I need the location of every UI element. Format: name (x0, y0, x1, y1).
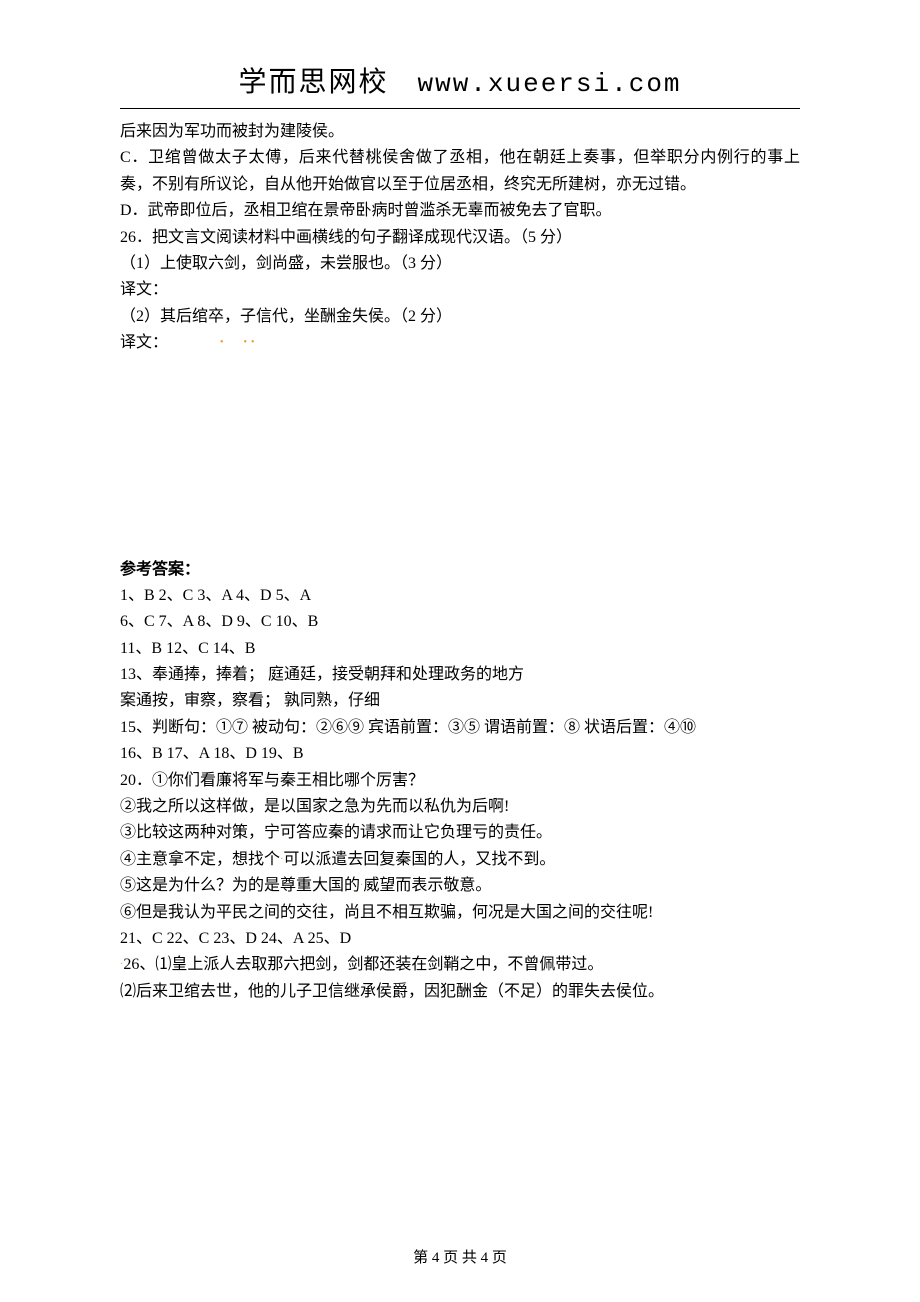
answer-line: 13、奉通捧，捧着； 庭通廷，接受朝拜和处理政务的地方 (120, 662, 800, 688)
option-d: D．武帝即位后，丞相卫绾在景帝卧病时曾滥杀无辜而被免去了官职。 (120, 198, 800, 224)
answer-line: ④主意拿不定，想找个·可以派遣去回复秦国的人，又找不到。 (120, 847, 800, 873)
answer-line: ·26、⑴皇上派人去取那六把剑，剑都还装在剑鞘之中，不曾佩带过。 (120, 952, 800, 978)
dot-icon: • (244, 337, 248, 348)
dot-icon: · (120, 959, 123, 970)
answer-section: 参考答案： 1、B 2、C 3、A 4、D 5、A 6、C 7、A 8、D 9、… (120, 557, 800, 1006)
header-divider (120, 108, 800, 109)
content-area: 后来因为军功而被封为建陵侯。 C．卫绾曾做太子太傅，后来代替桃侯舍做了丞相，他在… (120, 119, 800, 1005)
answer-line: 11、B 12、C 14、B (120, 636, 800, 662)
page-number: 第 4 页 共 4 页 (413, 1250, 507, 1266)
brand-url: www.xueersi.com (417, 69, 681, 99)
answer-title: 参考答案： (120, 557, 800, 583)
dot-icon: · (360, 880, 363, 891)
question-26-2: （2）其后绾卒，子信代，坐酬金失侯。（2 分） (120, 304, 800, 330)
option-c: C．卫绾曾做太子太傅，后来代替桃侯舍做了丞相，他在朝廷上奏事，但举职分内例行的事… (120, 145, 800, 198)
answer-line: ②我之所以这样做，是以国家之急为先而以私仇为后啊! (120, 794, 800, 820)
page-header: 学而思网校 www.xueersi.com (120, 60, 800, 108)
question-26: 26．把文言文阅读材料中画横线的句子翻译成现代汉语。（5 分） (120, 225, 800, 251)
page-footer: 第 4 页 共 4 页 (0, 1246, 920, 1267)
answer-line: 21、C 22、C 23、D 24、A 25、D (120, 926, 800, 952)
answer-line: 16、B 17、A 18、D 19、B (120, 741, 800, 767)
brand-name: 学而思网校 (238, 67, 388, 98)
text-line: 后来因为军功而被封为建陵侯。 (120, 119, 800, 145)
translation-label: 译文： • • • (120, 330, 800, 356)
answer-line: ⑵后来卫绾去世，他的儿子卫信继承侯爵，因犯酬金（不足）的罪失去侯位。 (120, 979, 800, 1005)
dot-icon: · (280, 854, 283, 865)
answer-line: 6、C 7、A 8、D 9、C 10、B (120, 609, 800, 635)
dot-icon: • (220, 337, 224, 348)
answer-line: ⑥但是我认为平民之间的交往，尚且不相互欺骗，何况是大国之间的交往呢! (120, 900, 800, 926)
answer-line: ⑤这是为什么？为的是尊重大国的·威望而表示敬意。 (120, 873, 800, 899)
question-26-1: （1）上使取六剑，剑尚盛，未尝服也。（3 分） (120, 251, 800, 277)
answer-line: 15、判断句：①⑦ 被动句：②⑥⑨ 宾语前置：③⑤ 谓语前置：⑧ 状语后置：④⑩ (120, 715, 800, 741)
answer-line: ③比较这两种对策，宁可答应秦的请求而让它负理亏的责任。 (120, 820, 800, 846)
answer-line: 案通按，审察，察看； 孰同熟，仔细 (120, 688, 800, 714)
answer-line: 1、B 2、C 3、A 4、D 5、A (120, 583, 800, 609)
translation-label: 译文： (120, 277, 800, 303)
answer-line: 20．①你们看廉将军与秦王相比哪个厉害？ (120, 768, 800, 794)
dot-icon: • (251, 337, 255, 348)
